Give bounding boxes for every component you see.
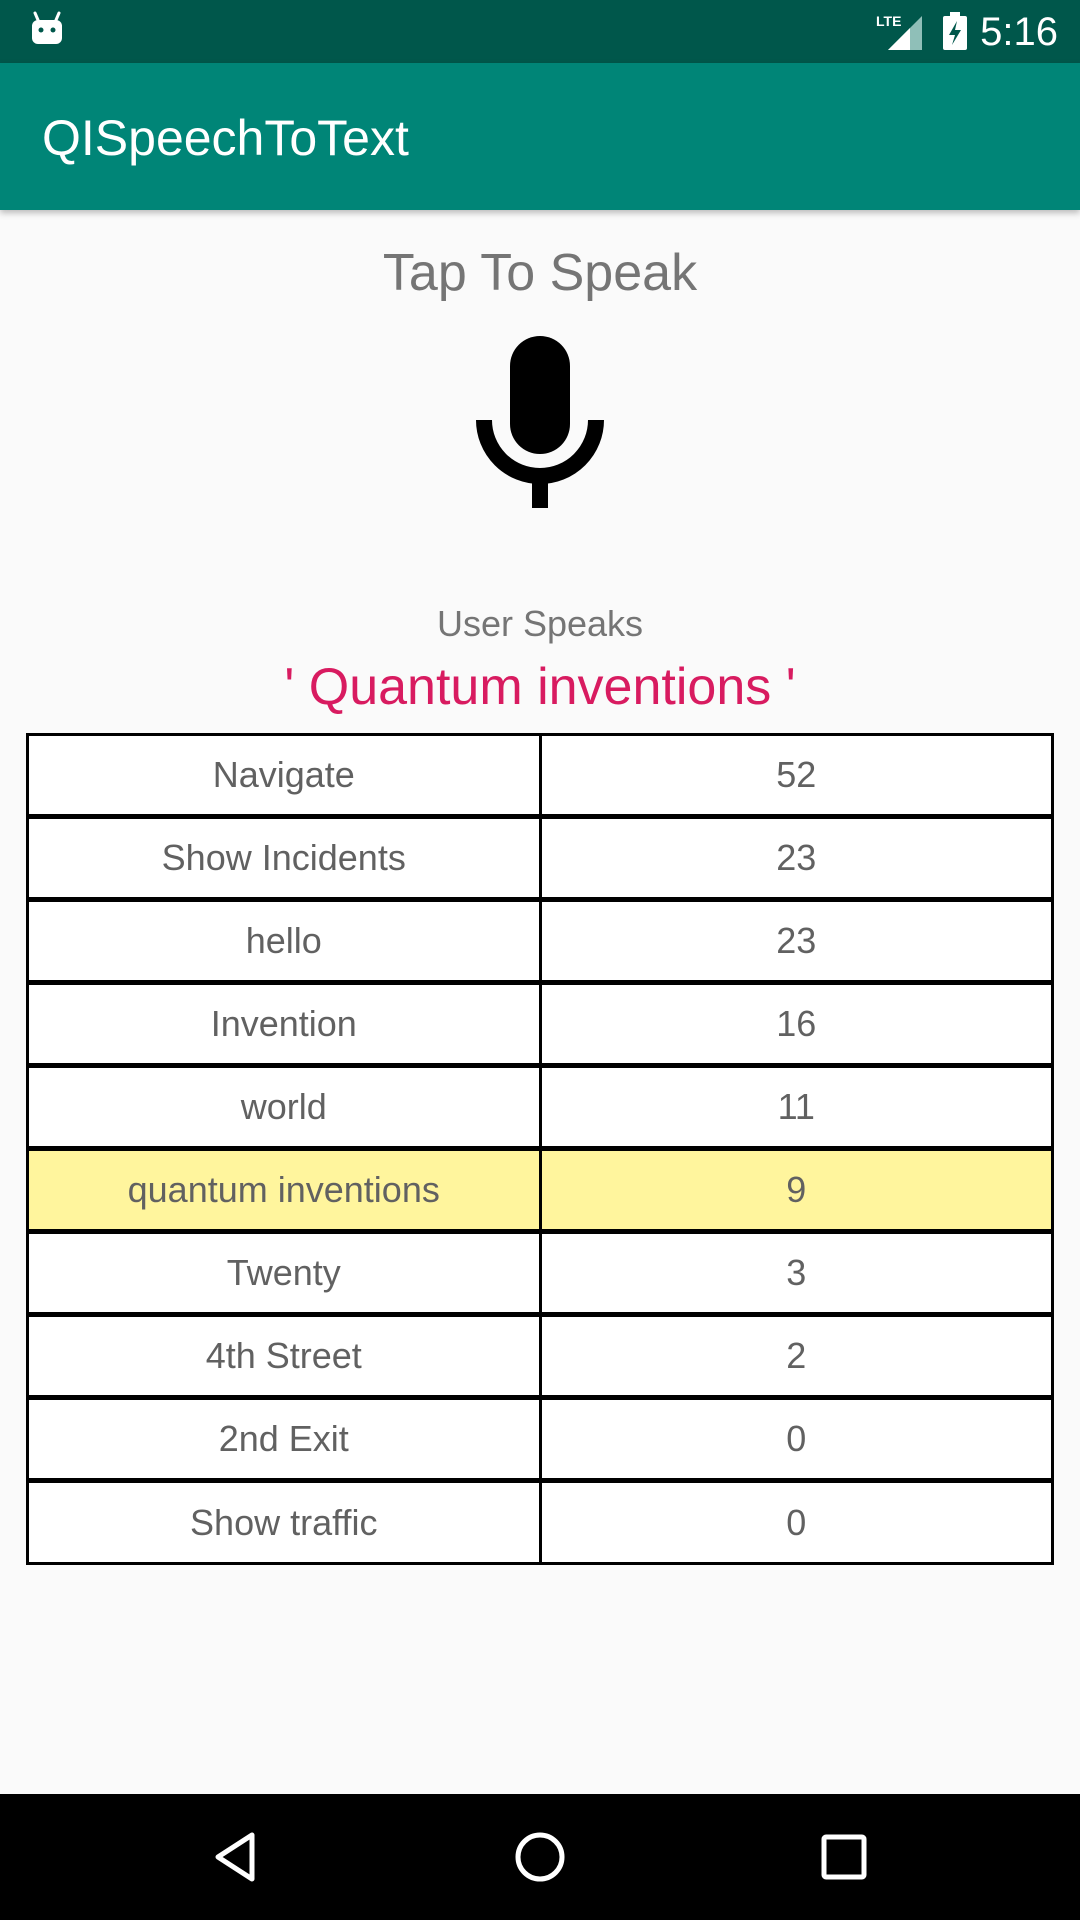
phrase-cell: Show traffic <box>29 1483 542 1562</box>
spoken-text: ' Quantum inventions ' <box>284 658 796 716</box>
table-row: 4th Street 2 <box>29 1317 1051 1400</box>
score-cell: 2 <box>786 1335 807 1376</box>
score-cell: 23 <box>776 920 817 961</box>
network-label: LTE <box>876 13 901 29</box>
microphone-button[interactable] <box>470 330 610 510</box>
recents-icon[interactable] <box>814 1827 874 1887</box>
user-speaks-label: User Speaks <box>436 603 644 644</box>
status-bar: LTE 5:16 <box>0 0 1080 63</box>
score-cell: 52 <box>776 754 817 795</box>
phrase-cell: Twenty <box>29 1234 542 1312</box>
android-icon <box>32 11 62 44</box>
battery-charging-icon <box>943 12 967 50</box>
microphone-icon <box>476 336 604 508</box>
score-cell: 9 <box>786 1169 807 1210</box>
score-cell: 0 <box>786 1418 807 1459</box>
phrase-cell: 4th Street <box>29 1317 542 1395</box>
tap-to-speak-label: Tap To Speak <box>382 244 698 302</box>
table-row: hello 23 <box>29 902 1051 985</box>
table-row: Invention 16 <box>29 985 1051 1068</box>
table-row: Show traffic 0 <box>29 1483 1051 1562</box>
app-title: QISpeechToText <box>42 110 409 166</box>
phrase-cell: Navigate <box>29 736 542 814</box>
navigation-bar <box>0 1794 1080 1920</box>
table-row: 2nd Exit 0 <box>29 1400 1051 1483</box>
table-row: quantum inventions 9 <box>29 1151 1051 1234</box>
app-bar: QISpeechToText <box>0 63 1080 210</box>
table-row: Twenty 3 <box>29 1234 1051 1317</box>
phrase-cell: Invention <box>29 985 542 1063</box>
score-cell: 3 <box>786 1252 807 1293</box>
score-cell: 16 <box>776 1003 817 1044</box>
phrase-cell: world <box>29 1068 542 1146</box>
table-row: world 11 <box>29 1068 1051 1151</box>
phrase-cell: hello <box>29 902 542 980</box>
score-cell: 0 <box>786 1501 807 1543</box>
home-icon[interactable] <box>510 1827 570 1887</box>
phrase-cell: Show Incidents <box>29 819 542 897</box>
lte-signal-icon: LTE <box>876 13 922 50</box>
phrase-cell: 2nd Exit <box>29 1400 542 1478</box>
table-row: Show Incidents 23 <box>29 819 1051 902</box>
score-cell: 23 <box>776 837 817 878</box>
results-table: Navigate 52 Show Incidents 23 hello 23 Inventi… <box>26 733 1054 1565</box>
table-row: Navigate 52 <box>29 736 1051 819</box>
back-icon[interactable] <box>206 1827 266 1887</box>
phrase-cell: quantum inventions <box>29 1151 542 1229</box>
status-clock: 5:16 <box>980 10 1058 54</box>
score-cell: 11 <box>777 1086 815 1127</box>
